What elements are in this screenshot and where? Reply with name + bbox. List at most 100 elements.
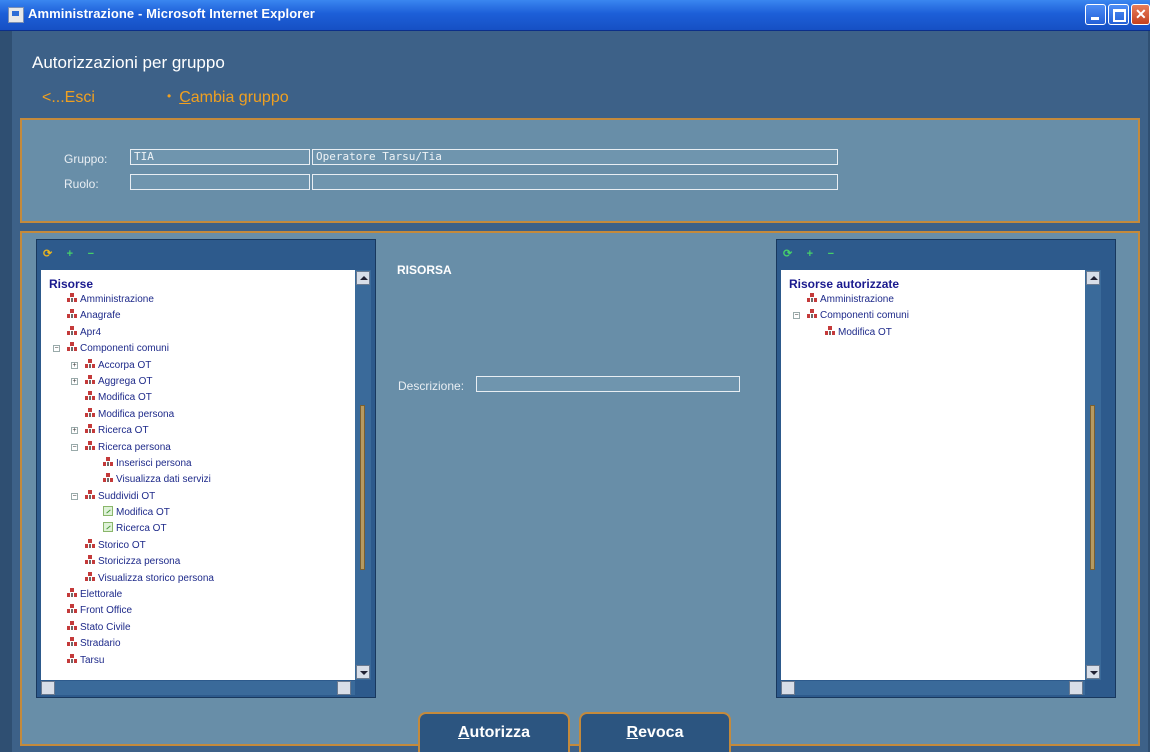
tree-item-label: Modifica OT bbox=[116, 507, 170, 519]
scroll-thumb[interactable] bbox=[1090, 405, 1095, 570]
tree-item[interactable]: Stato Civile bbox=[49, 620, 214, 636]
resource-icon bbox=[85, 440, 95, 451]
scroll-up-arrow-icon[interactable] bbox=[356, 271, 370, 285]
tree-item-label: Apr4 bbox=[80, 326, 102, 338]
tree-item[interactable]: − Componenti comuni bbox=[789, 308, 909, 324]
tree-item[interactable]: Visualizza storico persona bbox=[49, 571, 214, 587]
maximize-button[interactable] bbox=[1108, 4, 1129, 25]
tree-item-label: Anagrafe bbox=[80, 310, 121, 322]
minimize-button[interactable] bbox=[1085, 4, 1106, 25]
window-titlebar: Amministrazione - Microsoft Internet Exp… bbox=[0, 0, 1150, 31]
tree-item[interactable]: Storicizza persona bbox=[49, 554, 214, 570]
collapse-icon[interactable]: − bbox=[793, 312, 800, 320]
ruolo-label: Ruolo: bbox=[64, 177, 99, 191]
refresh-icon[interactable]: ⟳ bbox=[43, 247, 52, 260]
tree-item-label: Ricerca OT bbox=[116, 523, 167, 535]
tree-item[interactable]: Tarsu bbox=[49, 653, 214, 669]
revoca-tab[interactable]: Revoca bbox=[579, 712, 731, 752]
tree-item[interactable]: − Componenti comuni bbox=[49, 341, 214, 357]
close-button[interactable] bbox=[1131, 4, 1150, 25]
bullet-icon: • bbox=[167, 89, 172, 103]
ruolo-code-field[interactable] bbox=[130, 174, 310, 190]
tree-item[interactable]: Stradario bbox=[49, 636, 214, 652]
refresh-icon[interactable]: ⟳ bbox=[783, 247, 792, 260]
tree-item-label: Componenti comuni bbox=[820, 310, 909, 322]
collapse-icon[interactable]: − bbox=[53, 345, 60, 353]
revoca-label: evoca bbox=[638, 724, 684, 741]
descrizione-field[interactable] bbox=[476, 376, 740, 392]
resources-horizontal-scrollbar[interactable] bbox=[41, 681, 355, 695]
tree-item-label: Visualizza dati servizi bbox=[116, 474, 211, 486]
tree-item[interactable]: Front Office bbox=[49, 603, 214, 619]
scroll-left-arrow-icon[interactable] bbox=[41, 681, 55, 695]
expand-all-icon[interactable]: + bbox=[67, 248, 73, 260]
authorized-vertical-scrollbar[interactable] bbox=[1085, 270, 1101, 680]
resources-tree: Risorse Amministrazione Anagrafe Apr4 − Comp… bbox=[41, 270, 355, 680]
resource-icon bbox=[67, 325, 77, 336]
resource-icon bbox=[825, 325, 835, 336]
resource-icon bbox=[103, 456, 113, 467]
resource-icon bbox=[85, 374, 95, 385]
tree-item[interactable]: Ricerca OT bbox=[49, 521, 214, 537]
resource-icon bbox=[85, 391, 95, 401]
tree-item[interactable]: Visualizza dati servizi bbox=[49, 472, 214, 488]
collapse-all-icon[interactable]: − bbox=[828, 248, 834, 260]
resource-icon bbox=[67, 604, 77, 614]
scroll-right-arrow-icon[interactable] bbox=[337, 681, 351, 695]
scroll-right-arrow-icon[interactable] bbox=[1069, 681, 1083, 695]
change-group-accel: C bbox=[179, 89, 191, 106]
tree-item-label: Accorpa OT bbox=[98, 359, 152, 371]
tree-item[interactable]: Apr4 bbox=[49, 325, 214, 341]
collapse-all-icon[interactable]: − bbox=[88, 248, 94, 260]
resource-icon bbox=[85, 358, 95, 369]
tree-item-label: Aggrega OT bbox=[98, 375, 153, 387]
tree-item[interactable]: Modifica OT bbox=[49, 505, 214, 521]
ruolo-description-field[interactable] bbox=[312, 174, 838, 190]
tree-item[interactable]: − Ricerca persona bbox=[49, 440, 214, 456]
gruppo-label: Gruppo: bbox=[64, 152, 108, 166]
expand-all-icon[interactable]: + bbox=[807, 248, 813, 260]
tree-item-label: Storico OT bbox=[98, 539, 146, 551]
tree-item-label: Inserisci persona bbox=[116, 457, 192, 469]
tree-root-risorse-autorizzate[interactable]: Risorse autorizzate bbox=[789, 276, 909, 292]
scroll-thumb[interactable] bbox=[360, 405, 365, 570]
tree-item[interactable]: Anagrafe bbox=[49, 308, 214, 324]
collapse-icon[interactable]: − bbox=[71, 492, 78, 500]
tree-item[interactable]: Amministrazione bbox=[49, 292, 214, 308]
scroll-down-arrow-icon[interactable] bbox=[1086, 665, 1100, 679]
revoca-accel: R bbox=[626, 724, 639, 741]
change-group-link[interactable]: • Cambia gruppo bbox=[167, 89, 289, 107]
gruppo-code-field[interactable]: TIA bbox=[130, 149, 310, 165]
tree-item[interactable]: + Accorpa OT bbox=[49, 358, 214, 374]
tree-item-label: Ricerca persona bbox=[98, 441, 171, 453]
gruppo-description-field[interactable]: Operatore Tarsu/Tia bbox=[312, 149, 838, 165]
tree-item[interactable]: Inserisci persona bbox=[49, 456, 214, 472]
tree-item[interactable]: + Aggrega OT bbox=[49, 374, 214, 390]
tree-root-risorse[interactable]: Risorse bbox=[49, 276, 214, 292]
exit-link[interactable]: <...Esci bbox=[42, 89, 95, 107]
tree-item[interactable]: Modifica OT bbox=[49, 390, 214, 406]
resource-icon bbox=[67, 342, 77, 352]
tree-item[interactable]: Elettorale bbox=[49, 587, 214, 603]
scroll-up-arrow-icon[interactable] bbox=[1086, 271, 1100, 285]
autorizza-tab[interactable]: Autorizza bbox=[418, 712, 570, 752]
authorized-horizontal-scrollbar[interactable] bbox=[781, 681, 1085, 695]
function-icon bbox=[103, 522, 113, 533]
tree-item[interactable]: Storico OT bbox=[49, 538, 214, 554]
tree-item-label: Modifica persona bbox=[98, 408, 175, 420]
resources-vertical-scrollbar[interactable] bbox=[355, 270, 371, 680]
tree-item[interactable]: + Ricerca OT bbox=[49, 423, 214, 439]
tree-item[interactable]: − Suddividi OT bbox=[49, 489, 214, 505]
tree-item[interactable]: Modifica OT bbox=[789, 325, 909, 341]
expand-icon[interactable]: + bbox=[71, 427, 78, 435]
tree-item[interactable]: Modifica persona bbox=[49, 407, 214, 423]
scroll-left-arrow-icon[interactable] bbox=[781, 681, 795, 695]
scroll-down-arrow-icon[interactable] bbox=[356, 665, 370, 679]
authorized-resources-tree: Risorse autorizzate Amministrazione − Comp… bbox=[781, 270, 1085, 680]
authorization-panel: ⟳ + − Risorse Amministrazione Anagrafe Apr… bbox=[20, 231, 1140, 746]
tree-item[interactable]: Amministrazione bbox=[789, 292, 909, 308]
collapse-icon[interactable]: − bbox=[71, 443, 78, 451]
expand-icon[interactable]: + bbox=[71, 377, 78, 385]
resource-icon bbox=[85, 538, 95, 549]
expand-icon[interactable]: + bbox=[71, 361, 78, 369]
